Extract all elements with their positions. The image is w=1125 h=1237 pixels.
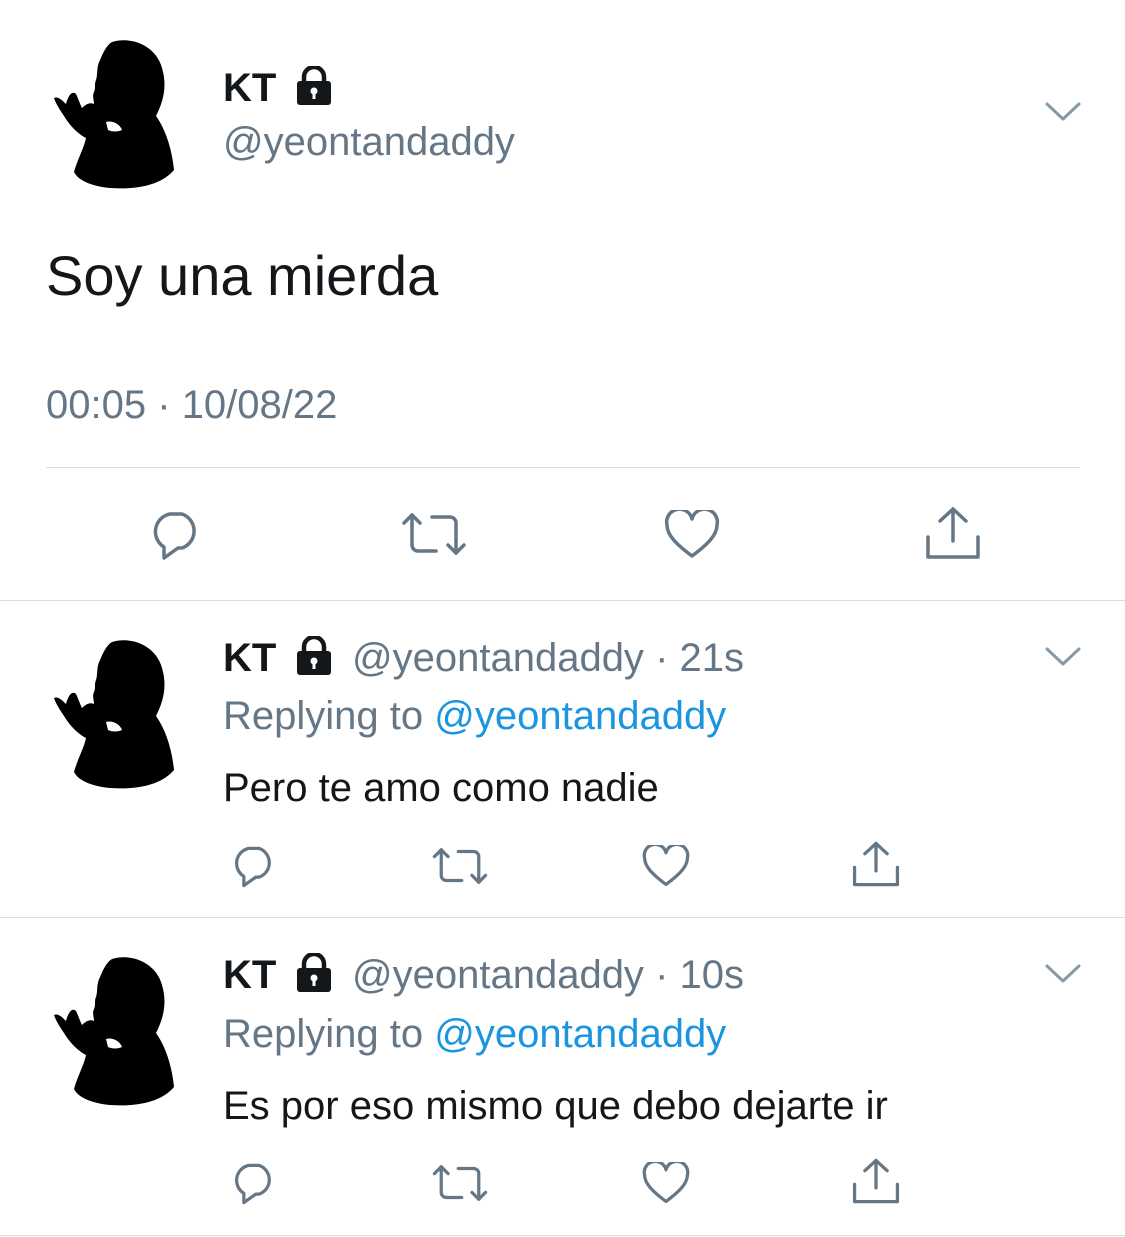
avatar[interactable]: [50, 638, 178, 790]
divider: [0, 917, 1125, 918]
avatar[interactable]: [50, 38, 178, 190]
replying-to-label: Replying to: [223, 1012, 424, 1056]
chevron-down-icon[interactable]: [1044, 100, 1082, 124]
lock-icon: [293, 64, 335, 111]
reply-age: 10s: [679, 953, 745, 997]
divider: [0, 1235, 1125, 1236]
chevron-down-icon[interactable]: [1044, 645, 1082, 669]
tweet-date: 10/08/22: [181, 383, 338, 427]
retweet-icon[interactable]: [400, 511, 468, 557]
tweet-time: 00:05: [46, 383, 147, 427]
chevron-down-icon[interactable]: [1044, 962, 1082, 986]
lock-icon: [293, 634, 335, 681]
avatar[interactable]: [50, 955, 178, 1107]
author-name[interactable]: KT: [223, 953, 276, 997]
reply-header: KT: [223, 955, 276, 995]
share-icon[interactable]: [851, 840, 901, 888]
handle-and-age[interactable]: @yeontandaddy · 10s: [352, 955, 744, 995]
divider: [46, 467, 1080, 468]
heart-icon[interactable]: [642, 1162, 690, 1205]
replying-to-link[interactable]: @yeontandaddy: [434, 1012, 726, 1056]
retweet-icon[interactable]: [431, 1163, 489, 1203]
separator: ·: [655, 953, 669, 997]
retweet-icon[interactable]: [431, 846, 489, 886]
reply-header: KT: [223, 638, 276, 678]
author-name[interactable]: KT: [223, 68, 276, 108]
divider: [0, 600, 1125, 601]
replying-to-link[interactable]: @yeontandaddy: [434, 694, 726, 738]
timestamp-separator: ·: [157, 383, 171, 427]
heart-icon[interactable]: [664, 510, 720, 560]
reply-text: Pero te amo como nadie: [223, 766, 659, 810]
share-icon[interactable]: [851, 1157, 901, 1205]
author-name[interactable]: KT: [223, 636, 276, 680]
tweet-text: Soy una mierda: [46, 244, 439, 307]
replying-to: Replying to @yeontandaddy: [223, 696, 726, 736]
separator: ·: [655, 636, 669, 680]
replying-to-label: Replying to: [223, 694, 424, 738]
tweet-timestamp[interactable]: 00:05 · 10/08/22: [46, 385, 337, 425]
reply-icon[interactable]: [230, 1162, 278, 1206]
reply-age: 21s: [679, 636, 745, 680]
author-handle[interactable]: @yeontandaddy: [223, 122, 515, 162]
share-icon[interactable]: [924, 505, 982, 561]
avatar-silhouette: [54, 40, 174, 189]
lock-icon: [293, 951, 335, 998]
reply-text: Es por eso mismo que debo dejarte ir: [223, 1084, 888, 1128]
author-handle: @yeontandaddy: [352, 636, 644, 680]
reply-icon[interactable]: [148, 510, 204, 562]
heart-icon[interactable]: [642, 845, 690, 888]
replying-to: Replying to @yeontandaddy: [223, 1014, 726, 1054]
author-handle: @yeontandaddy: [352, 953, 644, 997]
handle-and-age[interactable]: @yeontandaddy · 21s: [352, 638, 744, 678]
reply-icon[interactable]: [230, 845, 278, 889]
